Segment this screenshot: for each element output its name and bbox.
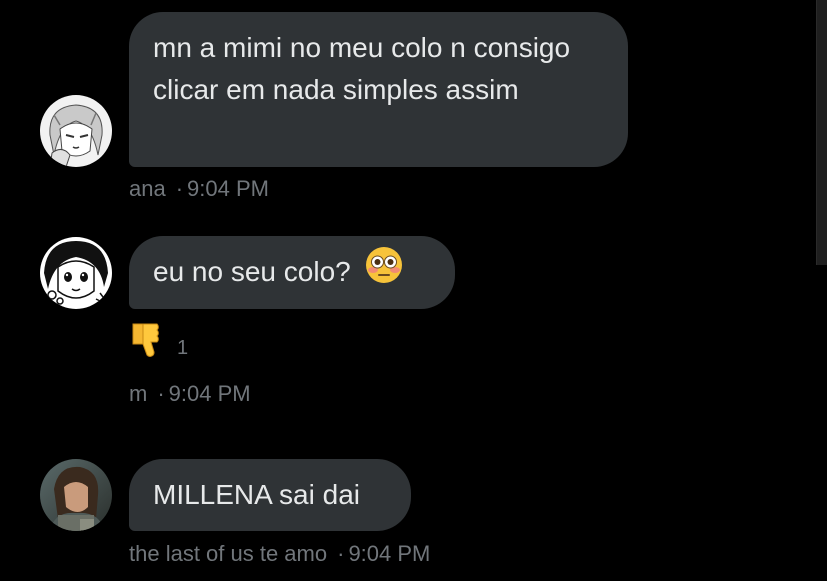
message-meta-2: m · 9:04 PM xyxy=(129,381,251,407)
sender-name-2[interactable]: m xyxy=(129,381,147,406)
avatar-the-last-of-us[interactable] xyxy=(40,459,112,531)
avatar-m[interactable] xyxy=(40,237,112,309)
sender-name-3[interactable]: the last of us te amo xyxy=(129,541,327,566)
timestamp-2: 9:04 PM xyxy=(168,381,251,406)
sender-name-1[interactable]: ana xyxy=(129,176,166,201)
separator-dot: · xyxy=(337,541,345,566)
separator-dot: · xyxy=(157,381,165,406)
manga-character-avatar-icon xyxy=(40,237,112,309)
message-text-3: MILLENA sai dai xyxy=(153,479,360,510)
timestamp-3: 9:04 PM xyxy=(348,541,431,566)
message-text-2: eu no seu colo? xyxy=(153,256,351,287)
reaction-count: 1 xyxy=(177,337,189,359)
scrollbar[interactable] xyxy=(816,0,827,265)
message-meta-1: ana · 9:04 PM xyxy=(129,176,269,202)
flushed-face-emoji-icon xyxy=(365,246,403,296)
timestamp-1: 9:04 PM xyxy=(187,176,269,201)
avatar-ana[interactable] xyxy=(40,95,112,167)
message-bubble-1[interactable]: mn a mimi no meu colo n consigo clicar e… xyxy=(129,12,628,167)
message-bubble-2[interactable]: eu no seu colo? xyxy=(129,236,455,309)
thumbs-down-emoji-icon xyxy=(129,320,169,367)
separator-dot: · xyxy=(175,176,184,201)
message-meta-3: the last of us te amo · 9:04 PM xyxy=(129,541,430,567)
message-bubble-3[interactable]: MILLENA sai dai xyxy=(129,459,411,531)
reaction-badge[interactable]: 1 xyxy=(129,320,188,367)
message-text-1: mn a mimi no meu colo n consigo clicar e… xyxy=(153,32,571,105)
manga-girl-avatar-icon xyxy=(40,95,112,167)
photo-girl-avatar-icon xyxy=(40,459,112,531)
